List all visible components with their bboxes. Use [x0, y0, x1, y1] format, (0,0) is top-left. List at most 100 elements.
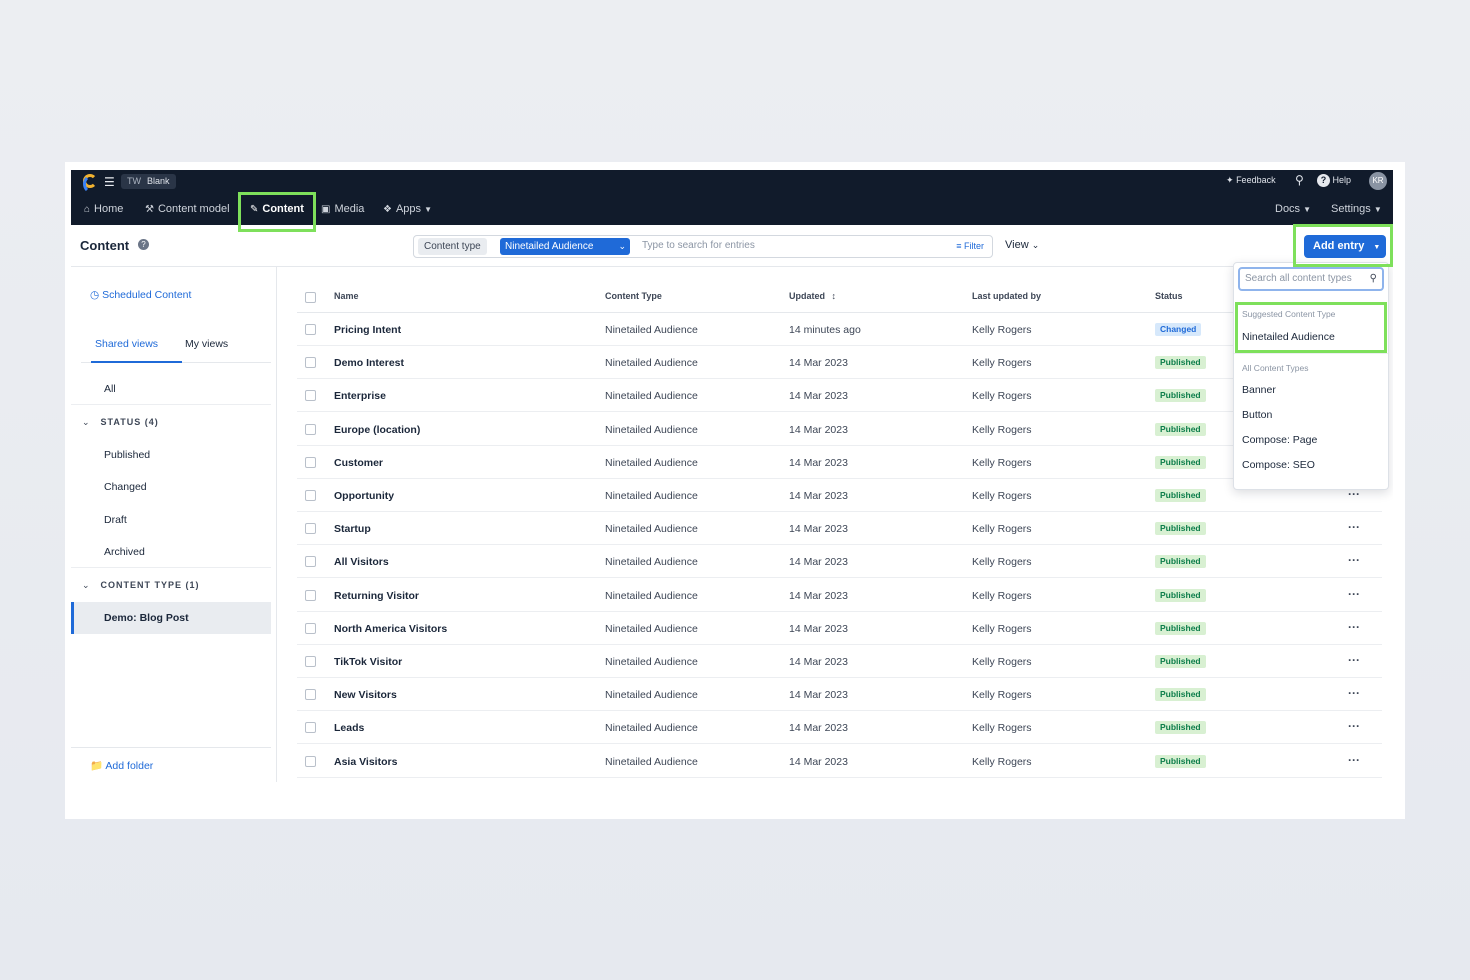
entry-name[interactable]: Asia Visitors [334, 756, 397, 768]
entry-name[interactable]: TikTok Visitor [334, 656, 402, 668]
more-actions-icon[interactable]: ··· [1348, 753, 1360, 767]
entry-name[interactable]: Pricing Intent [334, 324, 401, 336]
col-content-type[interactable]: Content Type [605, 291, 662, 301]
row-checkbox[interactable] [305, 622, 316, 634]
table-row[interactable]: Customer Ninetailed Audience 14 Mar 2023 Ke… [297, 446, 1382, 479]
table-row[interactable]: Pricing Intent Ninetailed Audience 14 minu… [297, 313, 1382, 346]
feedback-label: Feedback [1236, 175, 1276, 185]
row-checkbox[interactable] [305, 722, 316, 734]
table-row[interactable]: Europe (location) Ninetailed Audience 14 M… [297, 413, 1382, 446]
entry-name[interactable]: Customer [334, 457, 383, 469]
entry-name[interactable]: New Visitors [334, 689, 397, 701]
table-row[interactable]: Startup Ninetailed Audience 14 Mar 2023 Kel… [297, 512, 1382, 546]
entry-name[interactable]: North America Visitors [334, 623, 447, 635]
table-row[interactable]: Returning Visitor Ninetailed Audience 14 M… [297, 579, 1382, 612]
table-row[interactable]: Asia Visitors Ninetailed Audience 14 Mar 2… [297, 745, 1382, 778]
nav-docs[interactable]: Docs ▼ [1275, 194, 1311, 225]
entry-name[interactable]: Europe (location) [334, 424, 420, 436]
entry-name[interactable]: Returning Visitor [334, 590, 419, 602]
menu-icon[interactable]: ☰ [104, 175, 115, 189]
table-row[interactable]: Leads Ninetailed Audience 14 Mar 2023 Kelly… [297, 711, 1382, 745]
table-row[interactable]: All Visitors Ninetailed Audience 14 Mar 20… [297, 545, 1382, 579]
search-input[interactable]: Type to search for entries [642, 240, 755, 251]
row-checkbox[interactable] [305, 456, 316, 468]
table-row[interactable]: North America Visitors Ninetailed Audienc… [297, 612, 1382, 645]
col-updated[interactable]: Updated ↕ [789, 291, 836, 301]
dropdown-item-compose-seo[interactable]: Compose: SEO [1242, 459, 1315, 471]
entry-name[interactable]: All Visitors [334, 556, 389, 568]
dropdown-item-banner[interactable]: Banner [1242, 384, 1276, 396]
select-all-checkbox[interactable] [305, 292, 316, 303]
table-row[interactable]: New Visitors Ninetailed Audience 14 Mar 20… [297, 678, 1382, 712]
row-checkbox[interactable] [305, 357, 316, 369]
more-actions-icon[interactable]: ··· [1348, 520, 1360, 534]
row-checkbox[interactable] [305, 656, 316, 667]
sidebar-item-archived[interactable]: Archived [71, 536, 271, 568]
help-link[interactable]: ? Help [1317, 174, 1351, 187]
highlight-add-entry [1293, 224, 1393, 267]
feedback-link[interactable]: ✦ Feedback [1226, 175, 1276, 186]
content-type-search-input[interactable]: Search all content types ⚲ [1238, 267, 1384, 291]
entry-name[interactable]: Startup [334, 523, 371, 535]
tab-shared-views[interactable]: Shared views [95, 338, 158, 350]
sidebar-section-content-type[interactable]: ⌄ CONTENT TYPE (1) [71, 569, 271, 601]
app-window: ☰ TW Blank ✦ Feedback ⚲ ? Help KR ⌂ Home ⚒… [71, 170, 1393, 782]
sidebar-item-all[interactable]: All [71, 373, 271, 405]
nav-home[interactable]: ⌂ Home [84, 194, 123, 225]
more-actions-icon[interactable]: ··· [1348, 553, 1360, 567]
col-last-updated-by[interactable]: Last updated by [972, 291, 1041, 301]
dropdown-item-compose-page[interactable]: Compose: Page [1242, 434, 1317, 446]
search-icon[interactable]: ⚲ [1295, 173, 1304, 187]
sidebar-item-published[interactable]: Published [71, 439, 271, 471]
table-row[interactable]: Enterprise Ninetailed Audience 14 Mar 2023… [297, 379, 1382, 413]
row-checkbox[interactable] [305, 390, 316, 402]
more-actions-icon[interactable]: ··· [1348, 587, 1360, 601]
row-checkbox[interactable] [305, 523, 316, 535]
sidebar-item-demo-blog-post[interactable]: Demo: Blog Post [71, 602, 271, 634]
row-checkbox[interactable] [305, 490, 316, 501]
entry-search-bar[interactable]: Content type Ninetailed Audience ⌄ Type … [413, 235, 993, 258]
scheduled-content-link[interactable]: ◷ Scheduled Content [90, 289, 191, 301]
sidebar-item-changed[interactable]: Changed [71, 471, 271, 503]
help-icon[interactable]: ? [138, 239, 149, 250]
more-actions-icon[interactable]: ··· [1348, 719, 1360, 733]
table-row[interactable]: Opportunity Ninetailed Audience 14 Mar 202… [297, 479, 1382, 512]
avatar[interactable]: KR [1369, 172, 1387, 190]
nav-settings[interactable]: Settings ▼ [1331, 194, 1382, 225]
row-checkbox[interactable] [305, 755, 316, 767]
content-type-select[interactable]: Ninetailed Audience ⌄ [500, 238, 630, 255]
help-label: Help [1332, 175, 1352, 185]
status-badge: Published [1155, 356, 1206, 370]
col-name[interactable]: Name [334, 291, 359, 301]
more-actions-icon[interactable]: ··· [1348, 620, 1360, 634]
row-checkbox[interactable] [305, 589, 316, 601]
add-folder-button[interactable]: 📁 Add folder [90, 759, 153, 772]
entry-updated: 14 Mar 2023 [789, 390, 848, 403]
table-row[interactable]: Demo Interest Ninetailed Audience 14 Mar 2… [297, 346, 1382, 380]
sidebar-item-draft[interactable]: Draft [71, 504, 271, 536]
entry-name[interactable]: Leads [334, 722, 364, 734]
space-switcher[interactable]: TW Blank [121, 174, 176, 189]
contentful-logo-icon[interactable] [83, 174, 97, 194]
view-button[interactable]: View ⌄ [1005, 239, 1039, 251]
more-actions-icon[interactable]: ··· [1348, 686, 1360, 700]
dropdown-item-button[interactable]: Button [1242, 409, 1272, 421]
row-checkbox[interactable] [305, 556, 316, 568]
table-row[interactable]: TikTok Visitor Ninetailed Audience 14 Mar … [297, 645, 1382, 678]
sidebar-section-status[interactable]: ⌄ STATUS (4) [71, 406, 271, 438]
nav-apps[interactable]: ❖ Apps ▼ [383, 194, 432, 225]
row-checkbox[interactable] [305, 423, 316, 435]
entry-last-updated-by: Kelly Rogers [972, 755, 1032, 768]
row-checkbox[interactable] [305, 324, 316, 335]
entry-last-updated-by: Kelly Rogers [972, 423, 1032, 436]
entry-name[interactable]: Demo Interest [334, 357, 404, 369]
nav-content-model[interactable]: ⚒ Content model [145, 194, 230, 225]
nav-media[interactable]: ▣ Media [321, 194, 364, 225]
filter-button[interactable]: ≡ Filter [956, 241, 984, 251]
row-checkbox[interactable] [305, 689, 316, 701]
more-actions-icon[interactable]: ··· [1348, 653, 1360, 667]
tab-my-views[interactable]: My views [185, 338, 228, 350]
col-status[interactable]: Status [1155, 291, 1183, 301]
entry-name[interactable]: Opportunity [334, 490, 394, 502]
entry-name[interactable]: Enterprise [334, 390, 386, 402]
